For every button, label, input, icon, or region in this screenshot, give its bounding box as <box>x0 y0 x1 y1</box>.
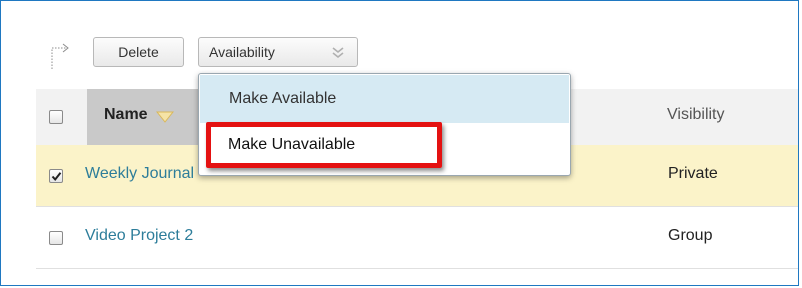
availability-button[interactable]: Availability <box>198 37 358 67</box>
item-visibility: Private <box>668 165 718 182</box>
sort-triangle-icon[interactable] <box>156 111 174 123</box>
double-chevron-down-icon <box>332 47 344 59</box>
delete-button-label: Delete <box>118 44 159 60</box>
row-checkbox[interactable] <box>49 231 63 245</box>
table-row: Video Project 2 Group <box>36 207 798 269</box>
make-unavailable-label: Make Unavailable <box>228 136 356 153</box>
make-available-label: Make Available <box>229 90 337 107</box>
item-visibility: Group <box>668 227 713 244</box>
select-all-checkbox[interactable] <box>49 110 63 124</box>
item-title-link[interactable]: Weekly Journal <box>85 165 194 183</box>
availability-button-label: Availability <box>209 44 275 60</box>
delete-button[interactable]: Delete <box>93 37 184 67</box>
dotted-corner-arrow-icon <box>51 43 69 69</box>
checkmark-icon <box>51 172 62 182</box>
make-available-menu-item[interactable]: Make Available <box>200 75 569 123</box>
row-checkbox[interactable] <box>49 169 63 183</box>
make-unavailable-menu-item[interactable]: Make Unavailable <box>200 123 569 163</box>
availability-dropdown-menu: Make Available Make Unavailable <box>198 73 571 176</box>
item-title-link[interactable]: Video Project 2 <box>85 227 193 245</box>
name-column-header[interactable]: Name <box>104 106 148 124</box>
visibility-column-header: Visibility <box>667 106 725 123</box>
